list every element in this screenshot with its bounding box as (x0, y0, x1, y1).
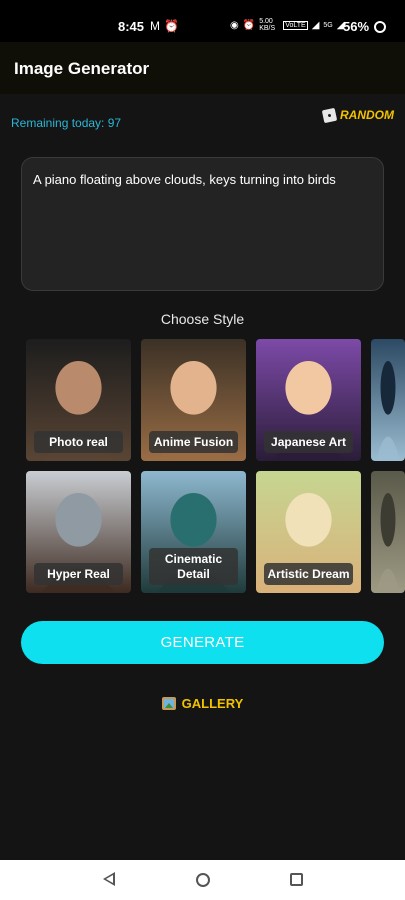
signal-icon: ◢ (311, 19, 320, 31)
status-time: 8:45 (118, 19, 145, 34)
generate-button[interactable]: GENERATE (21, 621, 384, 664)
status-notification-icons: M ⏰ (150, 19, 179, 33)
style-card[interactable]: Cinematic Detail (141, 471, 246, 593)
style-card-label: Anime Fusion (149, 430, 238, 453)
style-card[interactable]: Japanese Art (256, 339, 361, 461)
style-card[interactable]: Artistic Dream (256, 471, 361, 593)
gmail-icon: M (150, 19, 160, 33)
style-card[interactable] (371, 471, 405, 593)
app-title: Image Generator (14, 59, 150, 78)
gallery-button[interactable]: GALLERY (0, 696, 405, 711)
prompt-input[interactable]: A piano floating above clouds, keys turn… (21, 157, 384, 291)
alarm-clock-icon: ⏰ (242, 19, 256, 31)
back-icon[interactable] (103, 872, 115, 886)
picture-icon (161, 697, 176, 710)
style-card-label: Cinematic Detail (149, 548, 238, 585)
battery-icon (374, 20, 387, 33)
style-card[interactable]: Photo real (26, 339, 131, 461)
random-button[interactable]: RANDOM (321, 107, 394, 123)
random-label: RANDOM (340, 108, 394, 122)
style-thumbnail (371, 339, 405, 461)
signal-5g: 5G (323, 21, 333, 29)
remaining-count: Remaining today: 97 (11, 116, 122, 130)
battery-percent: 56% (343, 19, 370, 34)
style-card-label: Hyper Real (34, 562, 123, 585)
volte-badge: VoLTE (283, 20, 308, 30)
gallery-label: GALLERY (181, 696, 244, 711)
home-icon[interactable] (196, 873, 210, 887)
recents-icon[interactable] (290, 873, 303, 886)
style-card[interactable]: Hyper Real (26, 471, 131, 593)
system-nav-bar (0, 860, 405, 900)
choose-style-heading: Choose Style (160, 311, 245, 327)
app-bar: Image Generator (0, 42, 405, 94)
hotspot-icon: ◉ (230, 19, 239, 31)
status-system-icons: ◉ ⏰ 5.00 KB/S VoLTE ◢ 5G ◢ (230, 18, 344, 32)
alarm-icon: ⏰ (164, 19, 179, 33)
style-card-label: Artistic Dream (264, 562, 353, 585)
style-thumbnail (371, 471, 405, 593)
battery-indicator: 56% (343, 19, 387, 34)
style-card[interactable] (371, 339, 405, 461)
dice-icon (321, 107, 338, 123)
style-card-label: Photo real (34, 430, 123, 453)
status-bar: 8:45 M ⏰ ◉ ⏰ 5.00 KB/S VoLTE ◢ 5G ◢ 56% (0, 0, 405, 42)
style-card-label: Japanese Art (264, 430, 353, 453)
style-card[interactable]: Anime Fusion (141, 339, 246, 461)
data-speed: 5.00 KB/S (259, 18, 276, 32)
